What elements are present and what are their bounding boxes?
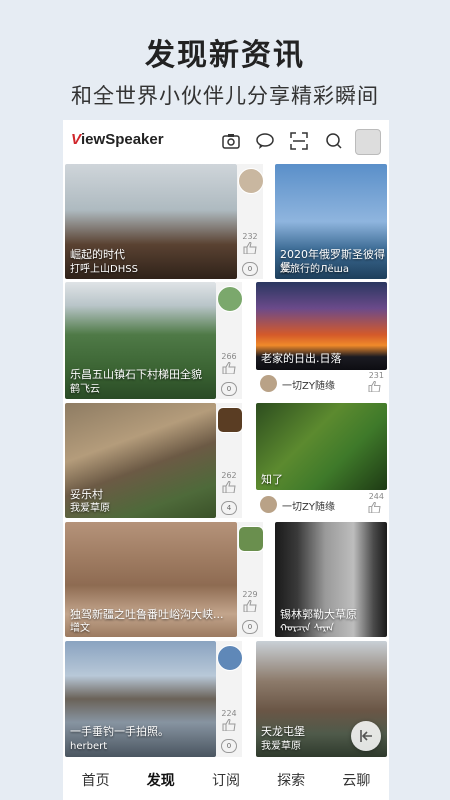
like-count: 232	[242, 232, 258, 241]
post-title: 妥乐村	[70, 488, 103, 501]
post-author: 我爱草原	[70, 503, 110, 514]
like-icon[interactable]	[243, 242, 257, 254]
author-avatar[interactable]	[217, 407, 243, 433]
chat-icon[interactable]	[255, 131, 275, 151]
comment-count[interactable]: 0	[221, 382, 237, 396]
post-author: 我爱草原	[261, 741, 301, 752]
comment-count[interactable]: 0	[242, 620, 258, 634]
post-card[interactable]: 锡林郭勒大草原 ᠬᠣᠷᠴᠢᠨ ᠰᠠᠷᠠᠨ	[275, 522, 387, 637]
post-card[interactable]: 崛起的时代 打呼上山DHSS	[65, 164, 237, 279]
like-icon[interactable]	[368, 502, 381, 513]
post-author: 爱旅行的Лёша	[280, 264, 349, 275]
like-icon[interactable]	[222, 719, 236, 731]
like-count: 262	[221, 471, 237, 480]
post-card[interactable]: 老家的日出.日落	[256, 282, 387, 370]
post-card[interactable]: 2020年俄罗斯圣彼得堡 爱旅行的Лёша	[275, 164, 387, 279]
author-avatar[interactable]	[238, 526, 264, 552]
like-count: 229	[242, 590, 258, 599]
author-avatar[interactable]	[260, 375, 277, 392]
post-author-strip: 一切ZY随缘 244	[256, 492, 387, 518]
like-icon[interactable]	[222, 481, 236, 493]
comment-count[interactable]: 4	[221, 501, 237, 515]
nav-subscribe[interactable]: 订阅	[212, 770, 240, 790]
top-bar: ViewSpeaker	[63, 120, 389, 162]
nav-discover[interactable]: 发现	[147, 770, 175, 790]
post-author: 增文	[70, 623, 90, 634]
like-count: 231	[368, 371, 384, 380]
post-title: 独驾新疆之吐鲁番吐峪沟大峡...	[70, 608, 224, 621]
app-logo[interactable]: ViewSpeaker	[71, 131, 164, 148]
post-title: 锡林郭勒大草原	[280, 608, 357, 621]
post-sidebar: 232 0	[237, 164, 264, 279]
post-title: 崛起的时代	[70, 248, 125, 261]
collapse-button[interactable]	[351, 721, 381, 751]
post-card[interactable]: 知了	[256, 403, 387, 490]
author-avatar[interactable]	[217, 645, 243, 671]
collapse-left-icon	[360, 730, 372, 742]
post-sidebar: 262 4	[216, 403, 243, 518]
nav-cloud-chat[interactable]: 云聊	[342, 770, 370, 790]
post-title: 乐昌五山镇石下村梯田全貌	[70, 368, 202, 381]
post-sidebar: 266 0	[216, 282, 243, 399]
comment-count[interactable]: 0	[242, 262, 258, 276]
logo-text: iewSpeaker	[81, 131, 164, 148]
post-author-strip: 一切ZY随缘 231	[256, 371, 387, 397]
search-icon[interactable]	[324, 131, 344, 151]
post-author: 一切ZY随缘	[282, 381, 335, 392]
camera-icon[interactable]	[221, 131, 241, 151]
post-title: 知了	[261, 473, 283, 486]
user-avatar[interactable]	[355, 129, 381, 155]
author-avatar[interactable]	[217, 286, 243, 312]
phone-screen: ViewSpeaker 崛起的时代 打呼上山DHSS 232 0 2020年俄罗…	[63, 120, 389, 800]
like-count: 266	[221, 352, 237, 361]
post-card[interactable]: 独驾新疆之吐鲁番吐峪沟大峡... 增文	[65, 522, 237, 637]
like-icon[interactable]	[243, 600, 257, 612]
bottom-nav: 首页 发现 订阅 探索 云聊	[63, 760, 389, 800]
post-card[interactable]: 妥乐村 我爱草原	[65, 403, 216, 518]
like-icon[interactable]	[222, 362, 236, 374]
post-sidebar: 224 0	[216, 641, 243, 757]
post-author: 鹤飞云	[70, 384, 100, 395]
post-card[interactable]: 一手垂钓一手拍照。 herbert	[65, 641, 216, 757]
post-author: 一切ZY随缘	[282, 502, 335, 513]
nav-home[interactable]: 首页	[82, 770, 110, 790]
nav-explore[interactable]: 探索	[277, 770, 305, 790]
hero-subtitle: 和全世界小伙伴儿分享精彩瞬间	[71, 84, 379, 108]
post-title: 老家的日出.日落	[261, 352, 342, 365]
post-title: 一手垂钓一手拍照。	[70, 725, 169, 738]
author-avatar[interactable]	[238, 168, 264, 194]
post-card[interactable]: 乐昌五山镇石下村梯田全貌 鹤飞云	[65, 282, 216, 399]
like-icon[interactable]	[368, 381, 381, 392]
post-author: 打呼上山DHSS	[70, 264, 138, 275]
scan-icon[interactable]	[289, 131, 309, 151]
like-count: 244	[368, 492, 384, 501]
like-count: 224	[221, 709, 237, 718]
author-avatar[interactable]	[260, 496, 277, 513]
post-author: herbert	[70, 741, 108, 752]
logo-v: V	[71, 131, 82, 148]
post-sidebar: 229 0	[237, 522, 264, 637]
comment-count[interactable]: 0	[221, 739, 237, 753]
post-title: 天龙屯堡	[261, 725, 305, 738]
post-author: ᠬᠣᠷᠴᠢᠨ ᠰᠠᠷᠠᠨ	[280, 623, 334, 634]
hero-title: 发现新资讯	[145, 38, 305, 73]
